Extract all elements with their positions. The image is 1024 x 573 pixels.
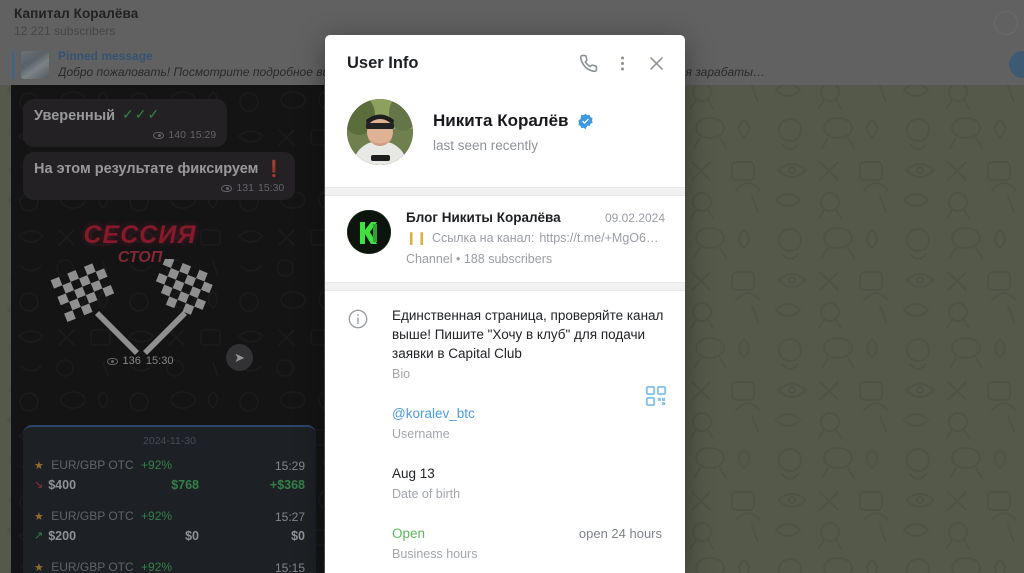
- username-block[interactable]: @koralev_btc Username: [392, 405, 665, 441]
- profile-name: Никита Коралёв: [433, 111, 569, 130]
- bio-label: Bio: [392, 367, 411, 381]
- profile-row[interactable]: Никита Коралёв last seen recently: [325, 91, 685, 187]
- user-info-dialog: User Info Никита Коралёв last seen recen…: [325, 35, 685, 573]
- birthday-block[interactable]: Aug 13 Date of birth: [392, 465, 665, 501]
- channel-message-prefix: Ссылка на канал:: [431, 230, 535, 245]
- section-divider: [325, 187, 685, 196]
- channel-message-link: https://t.me/+MgO6RidC…: [539, 230, 665, 245]
- business-hours-label: Business hours: [392, 547, 478, 561]
- birthday-value: Aug 13: [392, 466, 435, 481]
- info-circle-icon: [348, 309, 368, 329]
- quote-icon: ❙❙: [406, 231, 427, 245]
- dialog-title: User Info: [347, 53, 419, 72]
- telegram-app-window: Уверенный ✓✓✓ 140 15:29 На этом результа…: [0, 0, 1024, 573]
- profile-status: last seen recently: [433, 138, 539, 153]
- dialog-header: User Info: [325, 35, 685, 91]
- channel-date: 09.02.2024: [604, 211, 665, 225]
- channel-avatar[interactable]: [347, 210, 391, 254]
- username-value[interactable]: @koralev_btc: [392, 405, 665, 423]
- birthday-label: Date of birth: [392, 487, 461, 501]
- qr-code-icon: [645, 385, 667, 407]
- more-vertical-icon[interactable]: [605, 46, 639, 80]
- business-hours-detail: open 24 hours: [578, 526, 662, 541]
- channel-name: Блог Никиты Коралёва: [406, 210, 561, 225]
- bio-text: Единственная страница, проверяйте канал …: [392, 308, 664, 361]
- close-icon[interactable]: [639, 46, 673, 80]
- section-divider: [325, 282, 685, 291]
- username-label: Username: [392, 427, 450, 441]
- linked-channel-row[interactable]: Блог Никиты Коралёва 09.02.2024 ❙❙ Ссылк…: [325, 196, 685, 282]
- bio-row[interactable]: Единственная страница, проверяйте канал …: [347, 306, 665, 381]
- info-section: Единственная страница, проверяйте канал …: [325, 291, 685, 573]
- verified-badge-icon: [577, 113, 593, 129]
- business-hours-block[interactable]: Open open 24 hours Business hours: [392, 525, 665, 561]
- business-hours-status: Open: [392, 526, 426, 541]
- channel-subtitle: Channel • 188 subscribers: [406, 252, 553, 266]
- phone-icon[interactable]: [571, 46, 605, 80]
- avatar[interactable]: [347, 99, 413, 165]
